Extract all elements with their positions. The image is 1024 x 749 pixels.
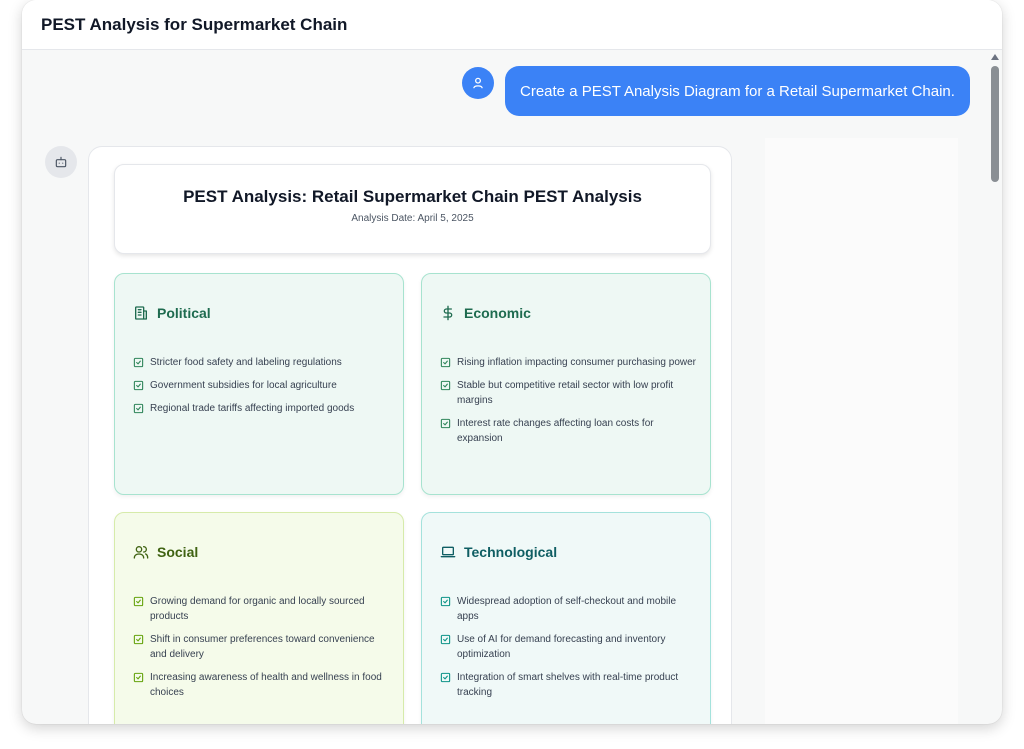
- technological-quadrant: Technological Widespread adoption of sel…: [421, 512, 711, 724]
- quadrant-title-political: Political: [157, 305, 211, 321]
- quadrant-title-social: Social: [157, 544, 199, 560]
- users-icon: [133, 546, 149, 559]
- check-square-icon: [133, 672, 144, 683]
- social-quadrant: Social Growing demand for organic and lo…: [114, 512, 404, 724]
- list-item: Integration of smart shelves with real-t…: [440, 670, 696, 700]
- list-item: Increasing awareness of health and welln…: [133, 670, 389, 700]
- list-item: Rising inflation impacting consumer purc…: [440, 355, 696, 370]
- user-message-bubble: Create a PEST Analysis Diagram for a Ret…: [505, 66, 970, 116]
- list-item: Growing demand for organic and locally s…: [133, 594, 389, 624]
- list-item: Use of AI for demand forecasting and inv…: [440, 632, 696, 662]
- check-square-icon: [133, 357, 144, 368]
- political-quadrant: Political Stricter food safety and label…: [114, 273, 404, 495]
- check-square-icon: [133, 634, 144, 645]
- scroll-up-arrow-icon[interactable]: [991, 54, 999, 60]
- side-panel: [765, 138, 958, 724]
- user-icon: [473, 77, 483, 89]
- analysis-title-card: PEST Analysis: Retail Supermarket Chain …: [114, 164, 711, 254]
- list-item: Stable but competitive retail sector wit…: [440, 378, 696, 408]
- list-item: Shift in consumer preferences toward con…: [133, 632, 389, 662]
- analysis-date: Analysis Date: April 5, 2025: [351, 213, 474, 224]
- page-title: PEST Analysis for Supermarket Chain: [41, 15, 348, 34]
- check-square-icon: [133, 403, 144, 414]
- assistant-response-card: PEST Analysis: Retail Supermarket Chain …: [88, 146, 732, 724]
- list-item: Interest rate changes affecting loan cos…: [440, 416, 696, 446]
- check-square-icon: [133, 380, 144, 391]
- scroll-thumb[interactable]: [991, 66, 999, 182]
- laptop-icon: [440, 546, 456, 558]
- list-item: Regional trade tariffs affecting importe…: [133, 401, 389, 416]
- analysis-title: PEST Analysis: Retail Supermarket Chain …: [183, 187, 642, 206]
- building-icon: [135, 306, 147, 320]
- list-item: Government subsidies for local agricultu…: [133, 378, 389, 393]
- bot-icon: [55, 156, 67, 168]
- chat-window: PEST Analysis for Supermarket Chain Crea…: [22, 0, 1002, 724]
- check-square-icon: [440, 672, 451, 683]
- user-avatar: [462, 67, 494, 99]
- check-square-icon: [440, 634, 451, 645]
- header: PEST Analysis for Supermarket Chain: [22, 0, 1002, 50]
- bot-avatar: [45, 146, 77, 178]
- list-item: Widespread adoption of self-checkout and…: [440, 594, 696, 624]
- check-square-icon: [440, 380, 451, 391]
- dollar-icon: [443, 305, 453, 321]
- chat-scroll-area[interactable]: Create a PEST Analysis Diagram for a Ret…: [22, 50, 1002, 724]
- check-square-icon: [440, 596, 451, 607]
- vertical-scrollbar[interactable]: [988, 50, 1002, 724]
- list-item: Stricter food safety and labeling regula…: [133, 355, 389, 370]
- check-square-icon: [440, 357, 451, 368]
- quadrant-title-economic: Economic: [464, 305, 531, 321]
- quadrant-title-technological: Technological: [464, 544, 558, 560]
- check-square-icon: [133, 596, 144, 607]
- check-square-icon: [440, 418, 451, 429]
- economic-quadrant: Economic Rising inflation impacting cons…: [421, 273, 711, 495]
